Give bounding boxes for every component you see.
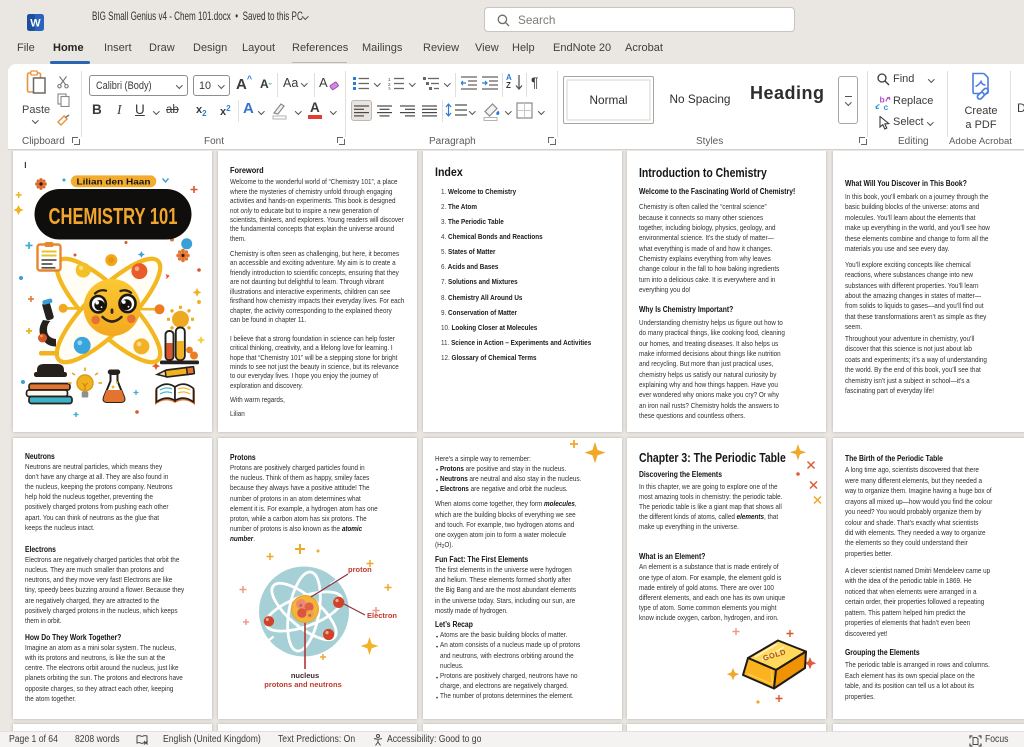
svg-text:CHEMISTRY 101: CHEMISTRY 101 — [49, 203, 178, 229]
svg-text:Electron: Electron — [367, 611, 397, 620]
svg-text:Lilian den Haan: Lilian den Haan — [77, 177, 151, 187]
svg-text:3: 3 — [388, 87, 391, 91]
svg-text:protons and neutrons: protons and neutrons — [264, 680, 342, 689]
svg-text:proton: proton — [348, 565, 372, 574]
svg-text:nucleus: nucleus — [291, 671, 319, 680]
svg-text:W: W — [30, 18, 41, 30]
svg-text:c: c — [884, 102, 889, 111]
